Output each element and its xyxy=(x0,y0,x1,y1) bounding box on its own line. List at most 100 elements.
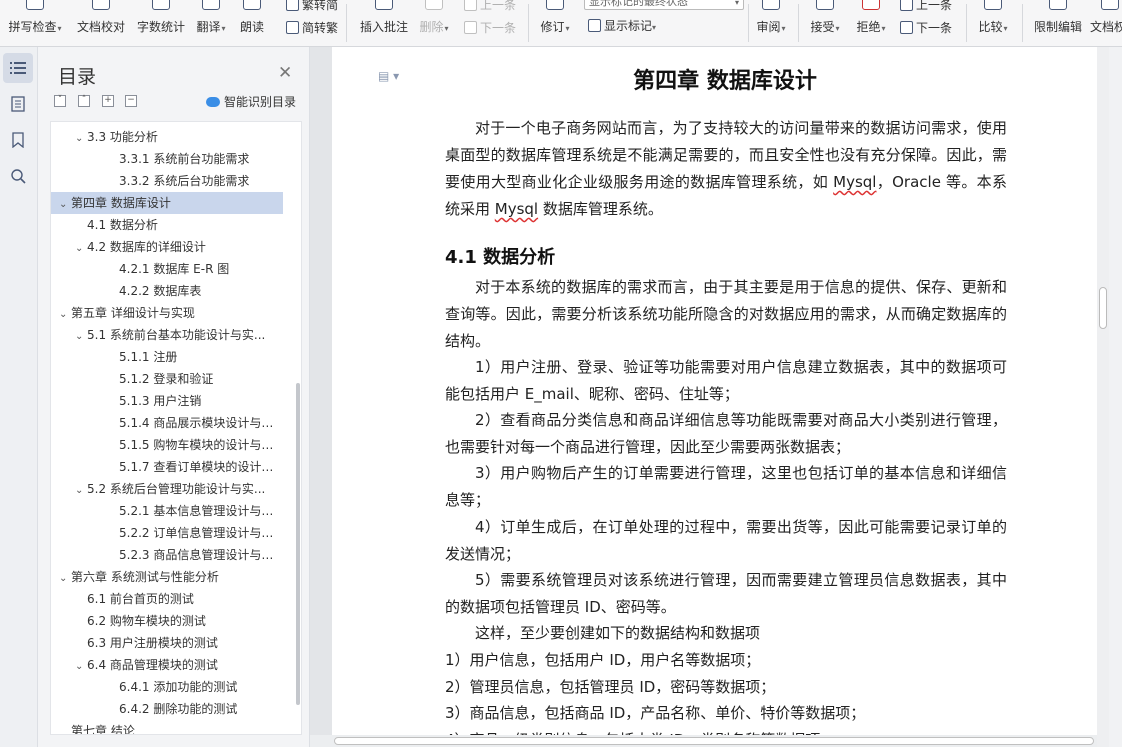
chevron-down-icon[interactable]: ⌄ xyxy=(75,656,87,676)
chevron-down-icon[interactable]: ⌄ xyxy=(59,304,71,324)
smart-toc-button[interactable]: 智能识别目录 xyxy=(206,93,296,110)
toc-item[interactable]: 6.3 用户注册模块的测试 xyxy=(51,632,283,654)
read-aloud-button[interactable]: 朗读 xyxy=(236,0,268,46)
restrict-edit-button[interactable]: 限制编辑 xyxy=(1030,0,1086,46)
toc-item[interactable]: 5.1.4 商品展示模块设计与实... xyxy=(51,412,283,434)
toc-item[interactable]: ⌄ 5.2 系统后台管理功能设计与实... xyxy=(51,478,283,500)
bookmark-button[interactable] xyxy=(3,125,33,155)
remove-heading-icon[interactable]: − xyxy=(125,95,137,107)
delete-comment-button[interactable]: 删除▾ xyxy=(416,0,452,46)
toc-item-label: 5.1 系统前台基本功能设计与实... xyxy=(87,328,266,342)
toc-item[interactable]: 6.1 前台首页的测试 xyxy=(51,588,283,610)
toc-item[interactable]: 5.2.2 订单信息管理设计与实... xyxy=(51,522,283,544)
bookmark-icon xyxy=(12,132,24,148)
document-area: ▤ ▾ 第四章 数据库设计 对于一个电子商务网站而言，为了支持较大的访问量带来的… xyxy=(310,47,1122,747)
compare-button[interactable]: 比较▾ xyxy=(974,0,1012,46)
toc-title: 目录 xyxy=(58,66,97,88)
simp-to-trad-label: 简转繁 xyxy=(302,21,339,35)
toc-item[interactable]: ⌄ 5.1 系统前台基本功能设计与实... xyxy=(51,324,283,346)
insert-comment-button[interactable]: 插入批注 xyxy=(356,0,412,46)
collapse-all-icon[interactable]: ˅ xyxy=(54,95,66,107)
spellcheck-button[interactable]: 拼写检查▾ xyxy=(4,0,66,46)
wordcount-button[interactable]: 字数统计 xyxy=(134,0,188,46)
toc-item[interactable]: 第七章 结论 xyxy=(51,720,283,735)
toc-item[interactable]: 4.2.1 数据库 E-R 图 xyxy=(51,258,283,280)
prev-comment-label: 上一条 xyxy=(480,0,517,12)
toc-item[interactable]: 5.1.1 注册 xyxy=(51,346,283,368)
paragraph: 对于本系统的数据库的需求而言，由于其主要是用于信息的提供、保存、更新和查询等。因… xyxy=(445,278,1007,350)
right-tool-strip xyxy=(1109,47,1122,747)
markup-status-select[interactable]: 显示标记的最终状态 ▾ xyxy=(584,0,744,10)
toc-item[interactable]: ⌄ 4.2 数据库的详细设计 xyxy=(51,236,283,258)
doc-rights-button[interactable]: 文档权 xyxy=(1090,0,1122,46)
toc-item[interactable]: 3.3.1 系统前台功能需求 xyxy=(51,148,283,170)
toc-item[interactable]: 6.4.1 添加功能的测试 xyxy=(51,676,283,698)
toc-item-label: 第四章 数据库设计 xyxy=(71,196,171,210)
add-heading-icon[interactable]: + xyxy=(102,95,114,107)
chevron-down-icon[interactable]: ⌄ xyxy=(75,128,87,148)
toc-item-label: 6.1 前台首页的测试 xyxy=(87,592,194,606)
toc-item-label: 5.1.7 查看订单模块的设计与... xyxy=(119,460,283,474)
simp-to-trad-button[interactable]: 简转繁 xyxy=(286,19,338,36)
toc-item[interactable]: 6.2 购物车模块的测试 xyxy=(51,610,283,632)
toc-item[interactable]: 4.2.2 数据库表 xyxy=(51,280,283,302)
find-button[interactable] xyxy=(3,161,33,191)
review-button[interactable]: 审阅▾ xyxy=(754,0,788,46)
prev-change-button[interactable]: 上一条 xyxy=(900,0,952,13)
trad-to-simp-button[interactable]: 繁转简 xyxy=(286,0,338,13)
chevron-down-icon[interactable]: ⌄ xyxy=(75,480,87,500)
chevron-down-icon[interactable]: ⌄ xyxy=(75,238,87,258)
search-icon xyxy=(11,169,26,184)
toc-item[interactable]: 6.4.2 删除功能的测试 xyxy=(51,698,283,720)
vertical-scroll-thumb[interactable] xyxy=(1099,287,1107,329)
next-change-button[interactable]: 下一条 xyxy=(900,19,952,36)
page-thumbs-button[interactable] xyxy=(3,89,33,119)
toc-item[interactable]: 5.1.7 查看订单模块的设计与... xyxy=(51,456,283,478)
accept-button[interactable]: 接受▾ xyxy=(806,0,844,46)
chevron-down-icon[interactable]: ⌄ xyxy=(75,326,87,346)
toc-item[interactable]: ⌄ 第五章 详细设计与实现 xyxy=(51,302,283,324)
toc-panel-button[interactable] xyxy=(3,53,33,83)
toc-item[interactable]: 5.2.3 商品信息管理设计与实... xyxy=(51,544,283,566)
lock-icon xyxy=(1049,0,1067,10)
next-comment-label: 下一条 xyxy=(480,21,517,35)
toc-item[interactable]: ⌄ 3.3 功能分析 xyxy=(51,126,283,148)
prev-comment-button[interactable]: 上一条 xyxy=(464,0,516,13)
toc-scrollbar-thumb[interactable] xyxy=(296,383,300,705)
toc-item[interactable]: 3.3.2 系统后台功能需求 xyxy=(51,170,283,192)
toc-item[interactable]: ⌄ 第四章 数据库设计 xyxy=(51,192,283,214)
toc-item[interactable]: 4.1 数据分析 xyxy=(51,214,283,236)
chevron-down-icon[interactable]: ⌄ xyxy=(59,194,71,214)
trad-to-simp-icon xyxy=(286,0,299,11)
translate-button[interactable]: 翻译▾ xyxy=(192,0,230,46)
left-rail xyxy=(0,47,38,747)
separator xyxy=(798,4,799,42)
toc-item[interactable]: 5.1.3 用户注销 xyxy=(51,390,283,412)
separator xyxy=(528,4,529,42)
document-page[interactable]: ▤ ▾ 第四章 数据库设计 对于一个电子商务网站而言，为了支持较大的访问量带来的… xyxy=(332,47,1098,747)
proofread-button[interactable]: 文档校对 xyxy=(74,0,128,46)
cloud-icon xyxy=(206,97,220,107)
speaker-icon xyxy=(243,0,261,10)
reject-button[interactable]: 拒绝▾ xyxy=(852,0,890,46)
show-markup-button[interactable]: 显示标记▾ xyxy=(588,17,656,34)
revise-button[interactable]: 修订▾ xyxy=(536,0,574,46)
expand-up-icon[interactable]: ˄ xyxy=(78,95,90,107)
horizontal-scroll-thumb[interactable] xyxy=(334,737,1094,745)
vertical-scrollbar[interactable] xyxy=(1097,47,1109,747)
close-icon[interactable]: ✕ xyxy=(278,63,292,83)
toc-item-label: 6.4 商品管理模块的测试 xyxy=(87,658,218,672)
toc-item-label: 6.4.2 删除功能的测试 xyxy=(119,702,238,716)
toc-item[interactable]: ⌄ 第六章 系统测试与性能分析 xyxy=(51,566,283,588)
next-comment-button[interactable]: 下一条 xyxy=(464,19,516,36)
delete-icon xyxy=(425,0,443,10)
chevron-down-icon[interactable]: ⌄ xyxy=(59,568,71,588)
toc-item[interactable]: 5.2.1 基本信息管理设计与实... xyxy=(51,500,283,522)
paragraph: 1）用户注册、登录、验证等功能需要对用户信息建立数据表，其中的数据项可能包括用户… xyxy=(445,358,1007,403)
toc-item[interactable]: 5.1.5 购物车模块的设计与实... xyxy=(51,434,283,456)
toc-item-label: 第七章 结论 xyxy=(71,724,135,735)
toc-item[interactable]: 5.1.2 登录和验证 xyxy=(51,368,283,390)
toc-item[interactable]: ⌄ 6.4 商品管理模块的测试 xyxy=(51,654,283,676)
revise-icon xyxy=(546,0,564,10)
horizontal-scrollbar[interactable] xyxy=(310,735,1097,747)
